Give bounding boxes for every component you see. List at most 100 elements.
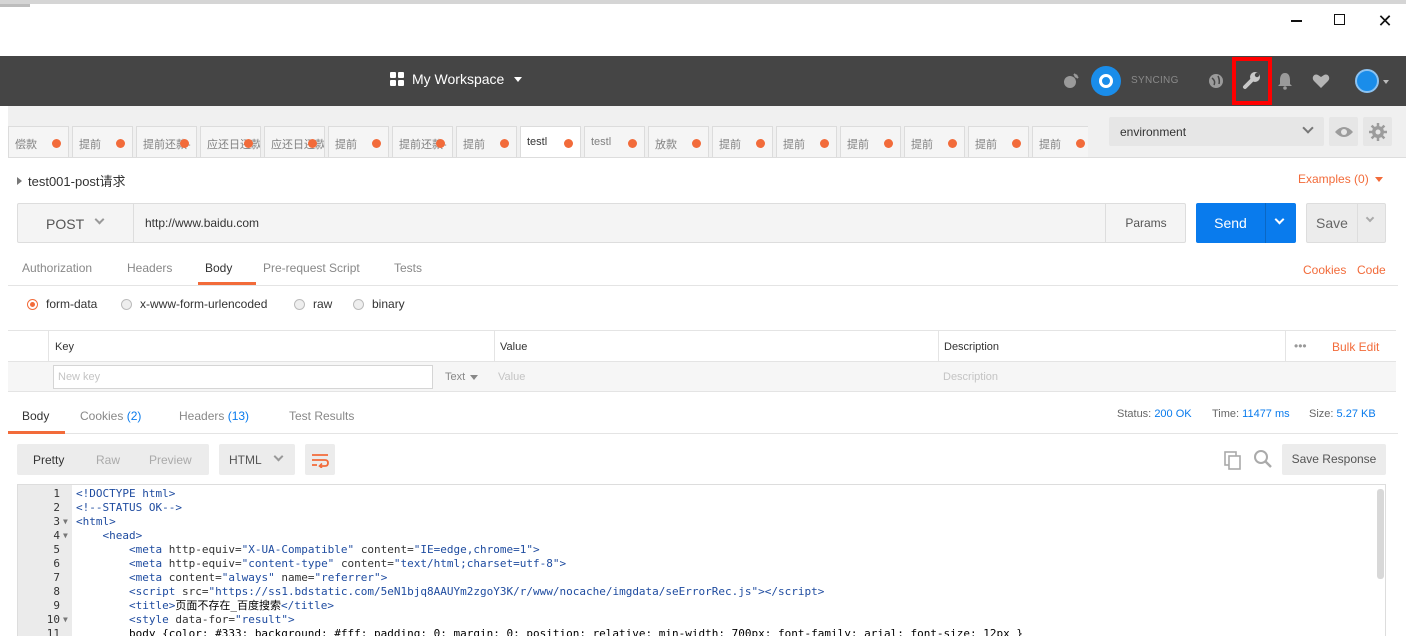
wrap-lines-button[interactable] bbox=[305, 444, 335, 475]
request-tab[interactable]: 提前 bbox=[456, 126, 517, 157]
request-tab[interactable]: 应还日还款 bbox=[200, 126, 261, 157]
tab-response-body[interactable]: Body bbox=[22, 409, 49, 423]
unsaved-dot-icon[interactable] bbox=[884, 139, 893, 148]
unsaved-dot-icon[interactable] bbox=[244, 139, 253, 148]
workspace-switcher[interactable]: My Workspace bbox=[390, 71, 523, 87]
bulk-edit-link[interactable]: Bulk Edit bbox=[1332, 340, 1379, 354]
active-tab-indicator bbox=[198, 282, 256, 285]
maximize-button[interactable] bbox=[1329, 11, 1349, 31]
unsaved-dot-icon[interactable] bbox=[628, 139, 637, 148]
request-tab[interactable]: testl bbox=[520, 126, 581, 157]
avatar-chevron-icon[interactable] bbox=[1383, 80, 1389, 84]
request-tab[interactable]: 提前还款- bbox=[136, 126, 197, 157]
request-tab[interactable]: 提前 bbox=[904, 126, 965, 157]
tab-response-cookies[interactable]: Cookies (2) bbox=[80, 409, 141, 423]
unsaved-dot-icon[interactable] bbox=[372, 139, 381, 148]
url-input[interactable] bbox=[135, 204, 1105, 242]
radio-form-data[interactable]: form-data bbox=[27, 297, 97, 311]
unsaved-dot-icon[interactable] bbox=[948, 139, 957, 148]
request-tab[interactable]: 应还日还款 bbox=[264, 126, 325, 157]
params-button[interactable]: Params bbox=[1105, 204, 1186, 242]
close-button[interactable]: ✕ bbox=[1375, 11, 1395, 31]
environment-select[interactable]: environment bbox=[1109, 117, 1324, 146]
avatar[interactable] bbox=[1355, 69, 1379, 93]
fold-toggle-icon[interactable]: ▼ bbox=[63, 529, 68, 543]
more-options-icon[interactable]: ••• bbox=[1294, 339, 1307, 353]
vertical-scrollbar[interactable] bbox=[1377, 489, 1384, 579]
request-tab[interactable]: 提前 bbox=[840, 126, 901, 157]
save-button[interactable]: Save bbox=[1306, 203, 1386, 243]
code-link[interactable]: Code bbox=[1357, 263, 1386, 277]
description-input[interactable] bbox=[943, 365, 1343, 389]
bell-icon[interactable] bbox=[1274, 70, 1296, 92]
globe-icon[interactable] bbox=[1205, 70, 1227, 92]
unsaved-dot-icon[interactable] bbox=[180, 139, 189, 148]
request-name[interactable]: test001-post请求 bbox=[17, 171, 126, 190]
copy-icon[interactable] bbox=[1223, 450, 1243, 470]
unsaved-dot-icon[interactable] bbox=[308, 139, 317, 148]
examples-dropdown[interactable]: Examples (0) bbox=[1298, 172, 1383, 186]
unsaved-dot-icon[interactable] bbox=[692, 139, 701, 148]
highlight-box bbox=[1232, 57, 1272, 105]
tab-pre-request-script[interactable]: Pre-request Script bbox=[263, 261, 360, 275]
unsaved-dot-icon[interactable] bbox=[564, 139, 573, 148]
tab-test-results[interactable]: Test Results bbox=[289, 409, 354, 423]
search-icon[interactable] bbox=[1253, 449, 1273, 469]
response-tabs: Body Cookies (2) Headers (13) Test Resul… bbox=[8, 398, 1398, 434]
size-label: Size: bbox=[1309, 408, 1334, 420]
minimize-button[interactable] bbox=[1286, 11, 1306, 31]
new-key-input[interactable] bbox=[53, 365, 433, 389]
tab-authorization[interactable]: Authorization bbox=[22, 261, 92, 275]
app-header: My Workspace SYNCING bbox=[0, 56, 1406, 106]
fold-toggle-icon[interactable]: ▼ bbox=[63, 613, 68, 627]
tab-response-headers[interactable]: Headers (13) bbox=[179, 409, 249, 423]
request-tab[interactable]: 提前还款- bbox=[392, 126, 453, 157]
sync-icon[interactable] bbox=[1091, 66, 1121, 96]
unsaved-dot-icon[interactable] bbox=[500, 139, 509, 148]
save-response-button[interactable]: Save Response bbox=[1282, 444, 1386, 475]
request-tab[interactable]: 提前 bbox=[1032, 126, 1088, 157]
chevron-down-icon bbox=[1374, 176, 1383, 182]
request-tab[interactable]: 提前 bbox=[968, 126, 1029, 157]
unsaved-dot-icon[interactable] bbox=[756, 139, 765, 148]
heart-icon[interactable] bbox=[1310, 70, 1332, 92]
format-select[interactable]: HTML bbox=[219, 444, 295, 475]
method-select[interactable]: POST bbox=[18, 204, 134, 242]
tab-headers[interactable]: Headers bbox=[127, 261, 172, 275]
tab-tests[interactable]: Tests bbox=[394, 261, 422, 275]
wrench-icon[interactable] bbox=[1242, 70, 1262, 93]
radio-raw[interactable]: raw bbox=[294, 297, 332, 311]
radio-selected-icon bbox=[27, 298, 38, 310]
manage-environments-button[interactable] bbox=[1363, 117, 1392, 146]
fold-toggle-icon[interactable]: ▼ bbox=[63, 515, 68, 529]
request-tab[interactable]: 放款 bbox=[648, 126, 709, 157]
view-pretty[interactable]: Pretty bbox=[33, 453, 64, 467]
value-input[interactable] bbox=[498, 365, 918, 389]
request-tab[interactable]: testl bbox=[584, 126, 645, 157]
request-tab[interactable]: 提前 bbox=[776, 126, 837, 157]
response-code-viewer[interactable]: 1 <!DOCTYPE html> 2 <!--STATUS OK--> 3 ▼ <html… bbox=[17, 484, 1386, 636]
unsaved-dot-icon[interactable] bbox=[820, 139, 829, 148]
send-button[interactable]: Send bbox=[1196, 203, 1296, 243]
view-preview[interactable]: Preview bbox=[149, 453, 192, 467]
request-tab[interactable]: 偿款 bbox=[8, 126, 69, 157]
unsaved-dot-icon[interactable] bbox=[116, 139, 125, 148]
unsaved-dot-icon[interactable] bbox=[436, 139, 445, 148]
environment-quick-look-button[interactable] bbox=[1329, 117, 1358, 146]
unsaved-dot-icon[interactable] bbox=[1012, 139, 1021, 148]
view-raw[interactable]: Raw bbox=[96, 453, 120, 467]
radio-x-www-form-urlencoded[interactable]: x-www-form-urlencoded bbox=[121, 297, 267, 311]
environment-label: environment bbox=[1120, 125, 1187, 139]
key-type-select[interactable]: Text bbox=[445, 371, 479, 383]
request-tab[interactable]: 提前 bbox=[712, 126, 773, 157]
unsaved-dot-icon[interactable] bbox=[1076, 139, 1085, 148]
unsaved-dot-icon[interactable] bbox=[52, 139, 61, 148]
send-options-chevron-icon[interactable] bbox=[1274, 214, 1285, 225]
tab-body[interactable]: Body bbox=[205, 261, 232, 275]
radio-binary[interactable]: binary bbox=[353, 297, 405, 311]
save-options-chevron-icon[interactable] bbox=[1365, 213, 1375, 223]
satellite-icon[interactable] bbox=[1060, 70, 1082, 92]
cookies-link[interactable]: Cookies bbox=[1303, 263, 1346, 277]
request-tab[interactable]: 提前 bbox=[328, 126, 389, 157]
request-tab[interactable]: 提前 bbox=[72, 126, 133, 157]
